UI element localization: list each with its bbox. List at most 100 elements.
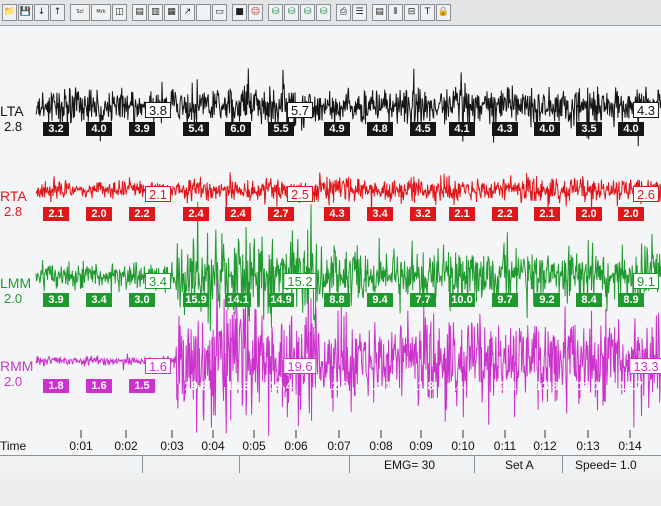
record-4-icon[interactable]: ⛁ (316, 4, 331, 21)
printer-icon[interactable]: ⎙ (336, 4, 351, 21)
rms-value-badge-rmm: 19.4 (269, 379, 293, 393)
peak-value-rmm: 13.3 (629, 358, 661, 374)
rms-value-badge-lmm: 3.4 (86, 293, 112, 307)
rms-value-badge-rmm: 14.2 (450, 379, 474, 393)
bar-chart-icon[interactable]: ▥ (148, 4, 163, 21)
status-cell-empty-3 (240, 456, 350, 474)
rms-value-badge-rta: 2.0 (576, 207, 602, 221)
record-1-icon[interactable]: ⛁ (268, 4, 283, 21)
rms-value-badge-rta: 2.2 (492, 207, 518, 221)
graph-icon[interactable]: ▦ (164, 4, 179, 21)
channel-gain-rmm: 2.0 (4, 374, 23, 389)
table-icon[interactable]: ▤ (372, 4, 387, 21)
rms-value-badge-rmm: 11.8 (411, 379, 435, 393)
peak-value-rta: 2.1 (144, 186, 172, 202)
rms-value-badge-rmm: 14.1 (368, 379, 392, 393)
time-tick-label: 0:10 (451, 439, 475, 453)
columns-icon[interactable]: ⫴ (388, 4, 403, 21)
peak-value-rmm: 19.6 (283, 358, 317, 374)
rms-value-badge-lta: 6.0 (225, 122, 251, 136)
blank-icon[interactable] (196, 4, 211, 21)
record-3-icon[interactable]: ⛁ (300, 4, 315, 21)
person-icon[interactable]: ☺ (248, 4, 263, 21)
rms-value-badge-rta: 2.1 (43, 207, 69, 221)
rms-value-badge-lmm: 8.8 (324, 293, 350, 307)
rms-value-badge-rta: 2.1 (449, 207, 475, 221)
rms-value-badge-lta: 4.0 (618, 122, 644, 136)
cursor-icon[interactable]: ↗ (180, 4, 195, 21)
rms-value-badge-lmm: 9.7 (492, 293, 518, 307)
rms-value-badge-rta: 3.4 (367, 207, 393, 221)
channel-label-rmm[interactable]: RMM (0, 358, 33, 374)
trace-lmm (35, 201, 661, 332)
rms-value-badge-lmm: 15.9 (183, 293, 209, 307)
rms-value-badge-lta: 3.2 (43, 122, 69, 136)
time-tick-label: 0:13 (576, 439, 600, 453)
record-2-icon[interactable]: ⛁ (284, 4, 299, 21)
rms-value-badge-lta: 4.0 (86, 122, 112, 136)
rms-value-badge-rmm: 19.8 (184, 379, 208, 393)
rms-value-badge-lta: 4.5 (410, 122, 436, 136)
peak-value-lmm: 3.4 (144, 273, 172, 289)
channel-gain-rta: 2.8 (4, 204, 23, 219)
rms-value-badge-lmm: 14.9 (268, 293, 294, 307)
page-icon[interactable]: ▭ (212, 4, 227, 21)
rms-value-badge-lta: 4.3 (492, 122, 518, 136)
rms-value-badge-rta: 2.0 (86, 207, 112, 221)
status-speed: Speed= 1.0 (575, 458, 637, 472)
channel-label-lta[interactable]: LTA (0, 103, 24, 119)
mark-icon[interactable]: Mrk (91, 4, 111, 21)
rms-value-badge-rta: 2.7 (268, 207, 294, 221)
split-view-icon[interactable]: ◫ (112, 4, 127, 21)
text-icon[interactable]: T (420, 4, 435, 21)
rms-value-badge-lta: 4.8 (367, 122, 393, 136)
rms-value-badge-rta: 2.4 (225, 207, 251, 221)
lock-icon[interactable]: 🔒 (436, 4, 451, 21)
time-axis: Time 0:01 0:02 0:03 0:04 0:05 0:06 0:07 0:08 0:0… (0, 436, 661, 456)
time-tick-label: 0:09 (409, 439, 433, 453)
rms-value-badge-lmm: 9.4 (367, 293, 393, 307)
time-tick-label: 0:02 (114, 439, 138, 453)
status-emg: EMG= 30 (350, 456, 475, 474)
rms-value-badge-rmm: 19.3 (226, 379, 250, 393)
peak-value-rta: 2.5 (286, 186, 314, 202)
rms-value-badge-lta: 4.1 (449, 122, 475, 136)
rms-value-badge-rmm: 12.9 (325, 379, 349, 393)
peak-value-lta: 3.8 (144, 102, 172, 118)
arrow-down-icon[interactable]: ↓ (34, 4, 49, 21)
rms-value-badge-lta: 3.9 (129, 122, 155, 136)
open-folder-icon[interactable]: 📁 (2, 4, 17, 21)
time-tick-label: 0:11 (493, 439, 517, 453)
rms-value-badge-lmm: 14.1 (225, 293, 251, 307)
status-bar: EMG= 30 Set A Speed= 1.0 (0, 455, 661, 475)
rms-value-badge-lmm: 3.9 (43, 293, 69, 307)
arrow-up-icon[interactable]: ↑ (50, 4, 65, 21)
time-tick-label: 0:04 (201, 439, 225, 453)
rms-value-badge-lmm: 7.7 (410, 293, 436, 307)
peak-value-lmm: 15.2 (283, 273, 317, 289)
time-tick-label: 0:07 (327, 439, 351, 453)
rms-value-badge-rta: 2.0 (618, 207, 644, 221)
grid-icon[interactable]: ▤ (132, 4, 147, 21)
peak-value-lmm: 9.1 (632, 273, 660, 289)
rms-value-badge-rta: 4.3 (324, 207, 350, 221)
rms-value-badge-lta: 4.0 (534, 122, 560, 136)
channel-gain-lta: 2.8 (4, 119, 23, 134)
stop-icon[interactable]: ■ (232, 4, 247, 21)
save-icon[interactable]: 💾 (18, 4, 33, 21)
time-tick-label: 0:12 (533, 439, 557, 453)
rms-value-badge-lmm: 8.4 (576, 293, 602, 307)
rms-value-badge-lta: 5.4 (183, 122, 209, 136)
rms-value-badge-lmm: 3.0 (129, 293, 155, 307)
channel-label-rta[interactable]: RTA (0, 188, 27, 204)
list-icon[interactable]: ☰ (352, 4, 367, 21)
bottom-panel (0, 473, 661, 506)
split-icon[interactable]: ⊟ (404, 4, 419, 21)
rms-value-badge-lta: 3.5 (576, 122, 602, 136)
status-cell-empty-1 (0, 456, 143, 474)
rms-value-badge-rmm: 13.1 (577, 379, 601, 393)
channel-label-lmm[interactable]: LMM (0, 275, 31, 291)
emg-trace-lmm (35, 201, 661, 332)
rms-value-badge-rmm: 13.1 (493, 379, 517, 393)
scale-icon[interactable]: Scl (70, 4, 90, 21)
